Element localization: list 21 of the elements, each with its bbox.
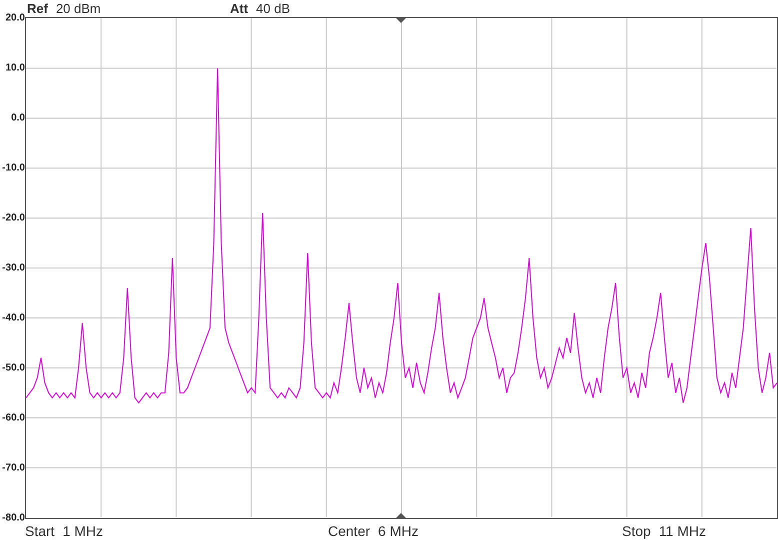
axis-label: -50.0 bbox=[2, 362, 25, 373]
axis-label: -40.0 bbox=[2, 312, 25, 323]
footer-label: Stop bbox=[622, 522, 651, 538]
footer-value: 11 MHz bbox=[658, 522, 706, 538]
axis-label: -10.0 bbox=[2, 162, 25, 173]
axis-label: -80.0 bbox=[2, 512, 25, 523]
axis-label: -30.0 bbox=[2, 262, 25, 273]
axis-label: -20.0 bbox=[2, 212, 25, 223]
footer-label: Center bbox=[328, 522, 370, 538]
footer-value: 6 MHz bbox=[378, 522, 418, 538]
header-label: Ref bbox=[27, 1, 48, 16]
axis-label: -60.0 bbox=[2, 412, 25, 423]
footer-value: 1 MHz bbox=[62, 522, 104, 538]
header-value: 40 dB bbox=[256, 1, 290, 16]
axis-label: 0.0 bbox=[11, 112, 25, 123]
axis-label: 20.0 bbox=[6, 12, 25, 23]
header-label: Att bbox=[230, 1, 248, 16]
header-value: 20 dBm bbox=[56, 1, 101, 16]
axis-label: 10.0 bbox=[6, 62, 25, 73]
axis-label: -70.0 bbox=[2, 462, 25, 473]
footer-label: Start bbox=[25, 522, 55, 538]
